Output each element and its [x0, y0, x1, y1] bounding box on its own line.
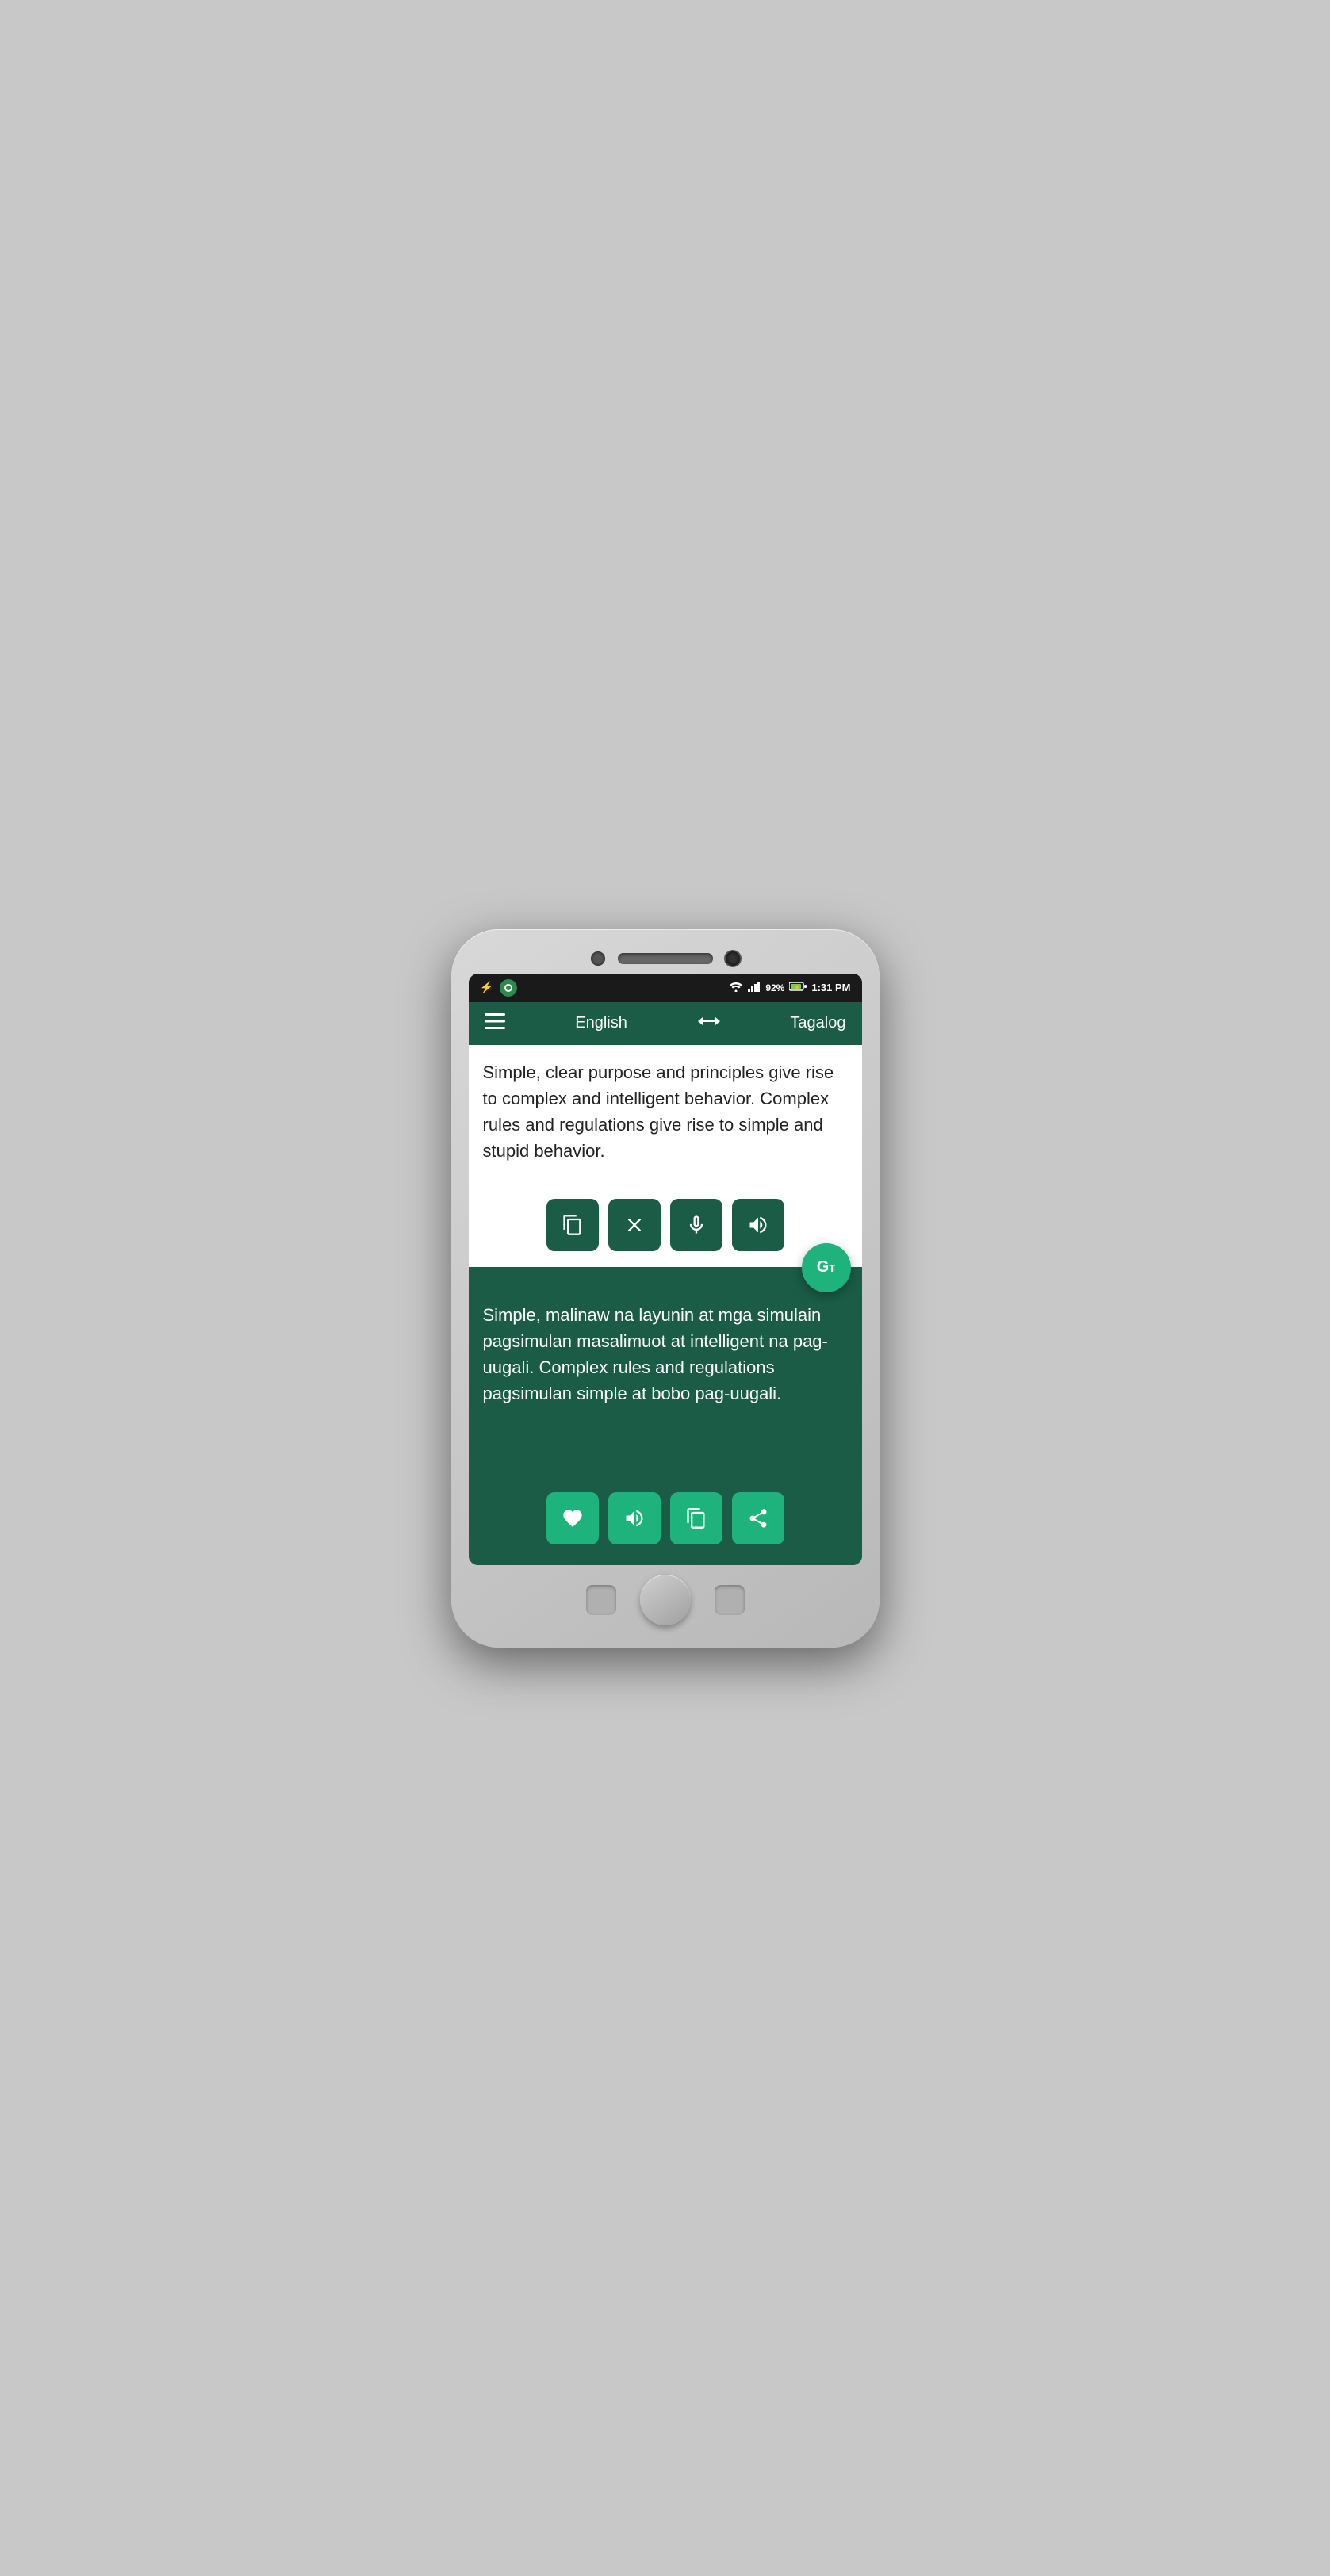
- app-notification-icon: [500, 979, 517, 997]
- input-action-buttons: [483, 1186, 848, 1256]
- time-display: 1:31 PM: [811, 982, 850, 993]
- source-text[interactable]: Simple, clear purpose and principles giv…: [483, 1059, 848, 1186]
- translated-text: Simple, malinaw na layunin at mga simula…: [483, 1302, 848, 1476]
- share-button[interactable]: [732, 1492, 784, 1544]
- clear-button[interactable]: [608, 1199, 661, 1251]
- phone-top-bar: [469, 951, 862, 966]
- target-language-label[interactable]: Tagalog: [790, 1014, 845, 1032]
- speaker-grille: [618, 953, 713, 964]
- status-right: 92% ⚡ 1:31 PM: [729, 981, 850, 994]
- speaker-output-button[interactable]: [608, 1492, 661, 1544]
- camera-dot: [591, 951, 605, 966]
- input-area[interactable]: Simple, clear purpose and principles giv…: [469, 1045, 862, 1267]
- usb-icon: ⚡: [480, 981, 493, 994]
- google-translate-fab[interactable]: GT: [802, 1243, 851, 1292]
- recent-apps-button[interactable]: [715, 1585, 745, 1615]
- favorite-button[interactable]: [546, 1492, 599, 1544]
- status-left: ⚡: [480, 979, 517, 997]
- app-header: English Tagalog: [469, 1002, 862, 1045]
- phone-screen: ⚡: [469, 974, 862, 1565]
- battery-icon: ⚡: [789, 982, 807, 993]
- google-translate-icon: GT: [817, 1258, 836, 1277]
- battery-percent: 92%: [765, 982, 784, 993]
- swap-languages-icon[interactable]: [698, 1013, 720, 1034]
- home-button[interactable]: [640, 1575, 691, 1625]
- source-language-label[interactable]: English: [575, 1014, 627, 1032]
- back-button[interactable]: [586, 1585, 616, 1615]
- speaker-input-button[interactable]: [732, 1199, 784, 1251]
- copy-output-button[interactable]: [670, 1492, 722, 1544]
- hamburger-menu-icon[interactable]: [485, 1013, 505, 1034]
- status-bar: ⚡: [469, 974, 862, 1002]
- translation-area: Simple, malinaw na layunin at mga simula…: [469, 1267, 862, 1565]
- microphone-button[interactable]: [670, 1199, 722, 1251]
- signal-icon: [748, 981, 761, 994]
- phone-frame: ⚡: [451, 929, 880, 1648]
- svg-text:⚡: ⚡: [795, 985, 799, 990]
- phone-bottom-bar: [469, 1575, 862, 1625]
- wifi-icon: [729, 981, 743, 994]
- clipboard-button[interactable]: [546, 1199, 599, 1251]
- front-camera: [726, 951, 740, 966]
- translation-action-buttons: [483, 1476, 848, 1549]
